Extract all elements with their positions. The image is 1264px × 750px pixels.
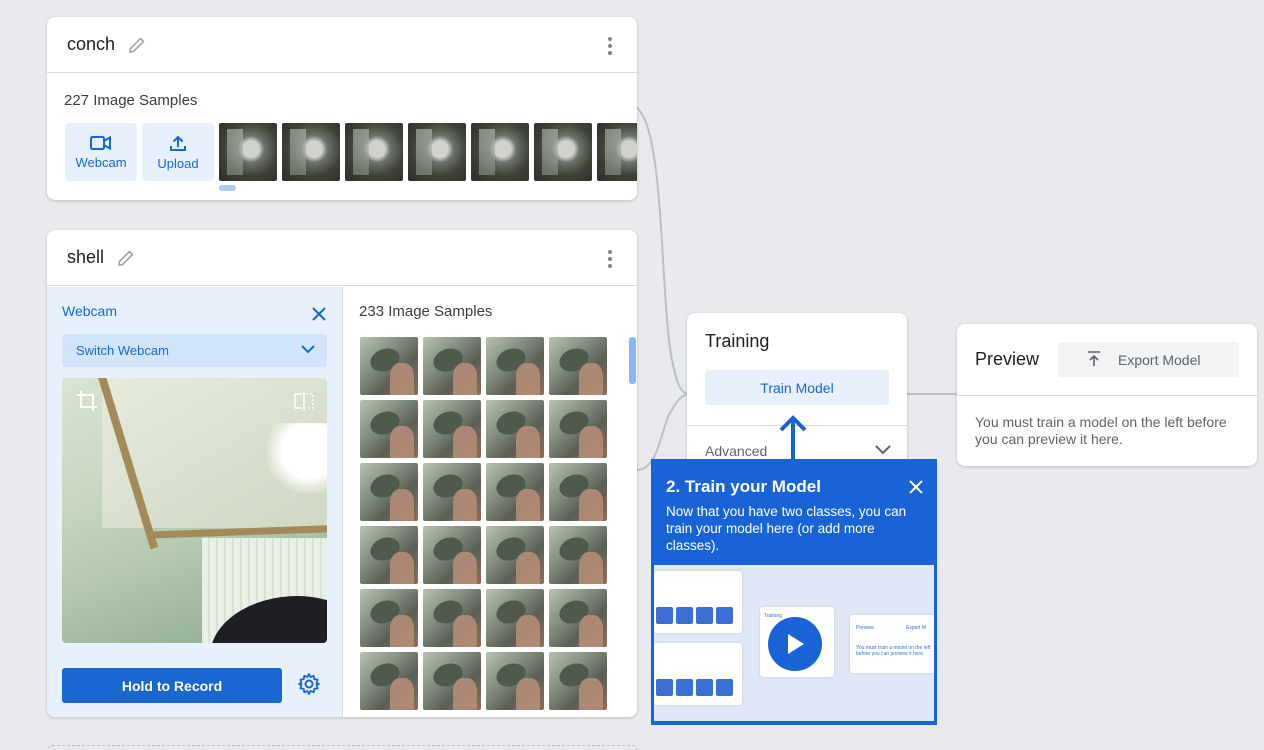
sample-thumbnail[interactable] [360,589,418,647]
class-name[interactable]: shell [67,247,104,268]
sample-thumbnail[interactable] [423,526,481,584]
mini-class-card [654,643,742,705]
sample-thumbnail[interactable] [423,589,481,647]
chevron-down-icon [301,345,315,354]
preview-title: Preview [975,349,1040,369]
sample-thumbnail[interactable] [549,337,607,395]
crop-icon[interactable] [76,390,98,412]
sample-thumbnail[interactable] [486,652,544,710]
sample-thumbnail[interactable] [423,400,481,458]
advanced-toggle[interactable]: Advanced [705,443,767,459]
play-button[interactable] [768,617,822,671]
sample-thumbnail[interactable] [486,337,544,395]
upload-button-label: Upload [157,155,199,171]
sample-thumbnail[interactable] [471,123,529,181]
sample-thumbnail[interactable] [408,123,466,181]
class-card-shell: shell Webcam Switch Webcam Hold to Recor… [47,230,637,717]
training-title: Training [705,331,770,351]
sample-thumbnail[interactable] [360,652,418,710]
panel-divider [342,287,343,717]
switch-webcam-select[interactable]: Switch Webcam [62,334,327,367]
mini-export-label: Export M [906,625,927,631]
chevron-down-icon[interactable] [875,445,891,455]
sample-thumbnail[interactable] [423,337,481,395]
close-icon[interactable] [907,478,925,496]
video-camera-icon [90,135,111,150]
webcam-panel: Webcam Switch Webcam Hold to Record [47,287,342,717]
webcam-panel-title: Webcam [62,303,117,319]
mini-preview-msg: You must train a model on the left befor… [856,645,931,657]
sample-thumbnail[interactable] [360,337,418,395]
export-model-button[interactable]: Export Model [1058,342,1239,377]
sample-thumbnail[interactable] [360,400,418,458]
sample-thumbnail[interactable] [486,463,544,521]
sample-thumbnail[interactable] [549,589,607,647]
sample-thumbnail[interactable] [549,463,607,521]
webcam-button[interactable]: Webcam [65,123,137,181]
sample-thumbnails [219,123,637,181]
edit-pencil-icon[interactable] [127,35,147,55]
tooltip-body: Now that you have two classes, you can t… [666,504,907,553]
webcam-button-label: Webcam [75,154,127,170]
flip-icon[interactable] [293,390,315,412]
more-options-icon[interactable] [607,250,613,268]
play-icon [788,634,804,654]
edit-pencil-icon[interactable] [116,248,136,268]
sample-thumbnail[interactable] [534,123,592,181]
samples-count: 227 Image Samples [64,92,198,109]
sample-thumbnail[interactable] [423,652,481,710]
upload-icon [170,135,186,151]
sample-thumbnail[interactable] [423,463,481,521]
mini-preview-card: Preview Export M You must train a model … [850,615,934,673]
upload-button[interactable]: Upload [142,123,214,181]
sample-thumbnail[interactable] [345,123,403,181]
tooltip-title: 2. Train your Model [666,477,821,496]
sample-thumbnail[interactable] [486,400,544,458]
tutorial-video[interactable]: Training Preview Export M You must train… [654,565,934,721]
onboarding-tooltip: 2. Train your Model Now that you have tw… [651,459,937,725]
arrow-up-icon [779,415,807,459]
sample-thumbnail[interactable] [549,526,607,584]
gear-icon[interactable] [297,672,321,696]
samples-count: 233 Image Samples [359,303,493,320]
close-icon[interactable] [310,305,328,323]
vertical-scrollbar[interactable] [629,337,636,384]
mini-preview-label: Preview [856,625,874,631]
export-icon [1088,351,1100,366]
mini-class-card [654,571,742,633]
preview-card: Preview Export Model You must train a mo… [957,324,1257,466]
sample-thumbnail[interactable] [597,123,637,181]
class-card-header: shell [47,230,637,286]
class-name[interactable]: conch [67,34,115,55]
webcam-feed [62,378,327,643]
sample-thumbnail[interactable] [360,463,418,521]
sample-grid [360,337,607,710]
preview-message: You must train a model on the left befor… [975,414,1227,447]
export-model-label: Export Model [1118,351,1201,368]
sample-thumbnail[interactable] [549,400,607,458]
more-options-icon[interactable] [607,37,613,55]
sample-thumbnail[interactable] [360,526,418,584]
sample-thumbnail[interactable] [549,652,607,710]
preview-header: Preview Export Model [957,324,1257,396]
horizontal-scrollbar[interactable] [219,185,236,191]
sample-thumbnail[interactable] [219,123,277,181]
add-class-placeholder[interactable] [47,745,637,750]
class-card-conch: conch 227 Image Samples Webcam Upload [47,17,637,200]
sample-thumbnail[interactable] [486,589,544,647]
sample-thumbnail[interactable] [282,123,340,181]
switch-webcam-label: Switch Webcam [76,343,169,358]
sample-thumbnail[interactable] [486,526,544,584]
mini-training-label: Training [764,613,782,619]
hold-to-record-button[interactable]: Hold to Record [62,668,282,703]
train-model-button[interactable]: Train Model [705,370,889,405]
class-card-header: conch [47,17,637,73]
